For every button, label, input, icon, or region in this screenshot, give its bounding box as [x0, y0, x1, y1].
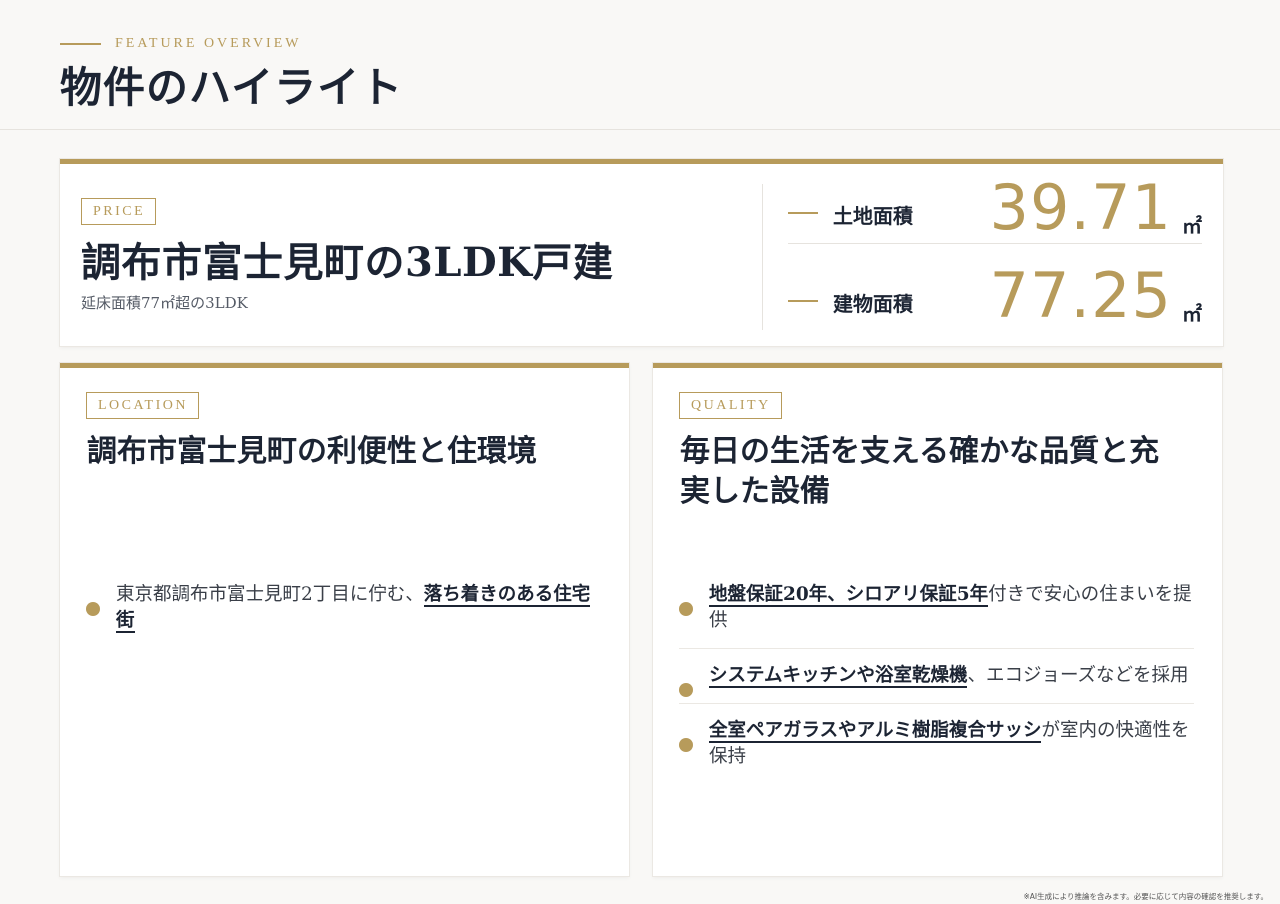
stat-value: 77.25 — [989, 259, 1172, 332]
stat-label: 建物面積 — [833, 292, 913, 316]
location-title: 調布市富士見町の利便性と住環境 — [87, 434, 537, 469]
property-title: 調布市富士見町の3LDK戸建 — [81, 239, 614, 286]
stat-rule — [788, 212, 818, 214]
page-header: FEATURE OVERVIEW 物件のハイライト — [0, 0, 1280, 130]
bullet-text-pre: 東京都調布市富士見町2丁目に佇む、 — [116, 584, 424, 605]
eyebrow-rule — [60, 43, 101, 45]
bullet-dot — [86, 602, 100, 616]
quality-title: 毎日の生活を支える確かな品質と充実した設備 — [680, 434, 1160, 509]
bullet-highlight: 全室ペアガラスやアルミ樹脂複合サッシ — [709, 720, 1042, 743]
quality-card: QUALITY 毎日の生活を支える確かな品質と充実した設備 地盤保証20年、シロ… — [653, 363, 1222, 876]
stat-land-area: 土地面積 39.71 ㎡ — [788, 171, 1202, 244]
bullet-dot — [679, 683, 693, 697]
eyebrow-text: FEATURE OVERVIEW — [115, 36, 302, 51]
bullet-dot — [679, 602, 693, 616]
location-bullet-list: 東京都調布市富士見町2丁目に佇む、落ち着きのある住宅街 — [86, 582, 601, 662]
disclaimer-footnote: ※AI生成により推論を含みます。必要に応じて内容の確認を推奨します。 — [1023, 892, 1268, 901]
bullet-highlight: 地盤保証20年、シロアリ保証5年 — [709, 584, 989, 607]
bullet-highlight: システムキッチンや浴室乾燥機 — [709, 665, 968, 688]
page-title: 物件のハイライト — [60, 63, 404, 112]
price-tag: PRICE — [81, 198, 157, 225]
list-item: システムキッチンや浴室乾燥機、エコジョーズなどを採用 — [679, 663, 1194, 704]
stat-building-area: 建物面積 77.25 ㎡ — [788, 259, 1202, 332]
bullet-text-post: 、エコジョーズなどを採用 — [967, 665, 1189, 686]
location-tag: LOCATION — [86, 392, 199, 419]
stat-unit: ㎡ — [1182, 302, 1202, 326]
list-item: 東京都調布市富士見町2丁目に佇む、落ち着きのある住宅街 — [86, 582, 601, 648]
stat-rule — [788, 300, 818, 302]
location-card: LOCATION 調布市富士見町の利便性と住環境 東京都調布市富士見町2丁目に佇… — [60, 363, 629, 876]
quality-bullet-list: 地盤保証20年、シロアリ保証5年付きで安心の住まいを提供 システムキッチンや浴室… — [679, 582, 1194, 798]
property-subtitle: 延床面積77㎡超の3LDK — [81, 294, 248, 312]
stat-unit: ㎡ — [1182, 214, 1202, 238]
eyebrow: FEATURE OVERVIEW — [60, 36, 301, 52]
vertical-divider — [762, 184, 763, 330]
price-card: PRICE 調布市富士見町の3LDK戸建 延床面積77㎡超の3LDK 土地面積 … — [60, 159, 1223, 346]
quality-tag: QUALITY — [679, 392, 782, 419]
stat-value: 39.71 — [989, 171, 1172, 244]
bullet-dot — [679, 738, 693, 752]
stat-label: 土地面積 — [833, 204, 913, 228]
list-item: 全室ペアガラスやアルミ樹脂複合サッシが室内の快適性を保持 — [679, 718, 1194, 784]
list-item: 地盤保証20年、シロアリ保証5年付きで安心の住まいを提供 — [679, 582, 1194, 649]
